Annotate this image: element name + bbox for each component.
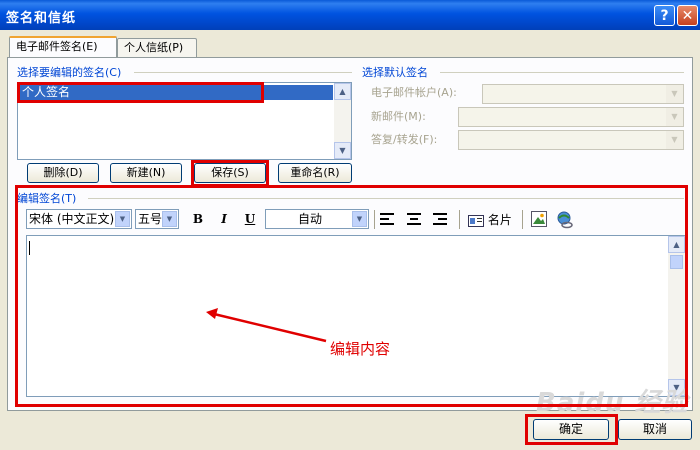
reply-forward-label: 答复/转发(F): xyxy=(371,133,438,146)
rename-button[interactable]: 重命名(R) xyxy=(278,163,352,183)
business-card-label: 名片 xyxy=(487,213,512,227)
editor-scrollbar[interactable]: ▲ ▼ xyxy=(668,236,685,396)
account-label: 电子邮件帐户(A): xyxy=(371,86,457,99)
account-select[interactable]: ▼ xyxy=(482,84,684,104)
toolbar-separator xyxy=(522,210,523,229)
signature-editor[interactable]: ▲ ▼ xyxy=(26,235,686,397)
cancel-button[interactable]: 取消 xyxy=(618,419,692,440)
chevron-down-icon: ▼ xyxy=(666,85,683,103)
edit-signature-title: 编辑签名(T) xyxy=(17,192,77,205)
window-title: 签名和信纸 xyxy=(6,11,77,26)
business-card-button[interactable]: 名片 xyxy=(468,211,512,229)
default-signature-group-title: 选择默认签名 xyxy=(362,66,428,79)
align-right-icon[interactable] xyxy=(433,213,447,225)
scroll-thumb[interactable] xyxy=(670,255,683,269)
chevron-down-icon: ▼ xyxy=(666,131,683,149)
tab-email-signature[interactable]: 电子邮件签名(E) xyxy=(9,36,117,57)
scroll-up-icon[interactable]: ▲ xyxy=(334,83,351,100)
list-item[interactable]: 个人签名 xyxy=(20,85,333,100)
toolbar-separator xyxy=(374,210,375,229)
font-value: 宋体 (中文正文) xyxy=(29,212,115,226)
signature-list[interactable]: 个人签名 ▲ ▼ xyxy=(17,82,352,160)
tab-personal-stationery[interactable]: 个人信纸(P) xyxy=(117,38,197,57)
chevron-down-icon: ▼ xyxy=(666,108,683,126)
reply-forward-select[interactable]: ▼ xyxy=(458,130,684,150)
group-divider xyxy=(88,198,684,199)
close-button[interactable]: ✕ xyxy=(677,5,698,26)
business-card-icon xyxy=(468,214,484,227)
font-select[interactable]: 宋体 (中文正文) ▼ xyxy=(26,209,132,229)
scroll-up-icon[interactable]: ▲ xyxy=(668,236,685,253)
ok-button[interactable]: 确定 xyxy=(533,419,609,440)
new-mail-select[interactable]: ▼ xyxy=(458,107,684,127)
italic-button[interactable]: I xyxy=(214,210,234,229)
title-bar: 签名和信纸 ? ✕ xyxy=(0,0,700,30)
chevron-down-icon: ▼ xyxy=(352,211,367,227)
new-button[interactable]: 新建(N) xyxy=(110,163,182,183)
delete-button[interactable]: 删除(D) xyxy=(27,163,99,183)
save-button[interactable]: 保存(S) xyxy=(194,163,266,183)
signature-list-scrollbar[interactable]: ▲ ▼ xyxy=(334,83,351,159)
font-size-value: 五号 xyxy=(138,212,163,226)
chevron-down-icon: ▼ xyxy=(115,211,130,227)
bold-button[interactable]: B xyxy=(188,210,208,229)
align-left-icon[interactable] xyxy=(380,213,394,225)
toolbar-separator xyxy=(459,210,460,229)
insert-picture-icon[interactable] xyxy=(531,211,547,227)
font-color-select[interactable]: 自动 ▼ xyxy=(265,209,369,229)
help-button[interactable]: ? xyxy=(654,5,675,26)
watermark: Baidu 经验 xyxy=(536,388,689,418)
insert-hyperlink-icon[interactable] xyxy=(556,211,574,229)
text-caret xyxy=(29,241,30,255)
scroll-down-icon[interactable]: ▼ xyxy=(334,142,351,159)
align-center-icon[interactable] xyxy=(407,213,421,225)
select-signature-group-title: 选择要编辑的签名(C) xyxy=(17,66,122,79)
group-divider xyxy=(134,72,352,73)
chevron-down-icon: ▼ xyxy=(162,211,177,227)
group-divider xyxy=(440,72,684,73)
annotation-arrow-icon xyxy=(206,308,327,343)
underline-button[interactable]: U xyxy=(240,210,260,229)
new-mail-label: 新邮件(M): xyxy=(371,110,426,123)
font-color-value: 自动 xyxy=(297,212,322,226)
font-size-select[interactable]: 五号 ▼ xyxy=(135,209,179,229)
annotation-label: 编辑内容 xyxy=(330,340,391,358)
